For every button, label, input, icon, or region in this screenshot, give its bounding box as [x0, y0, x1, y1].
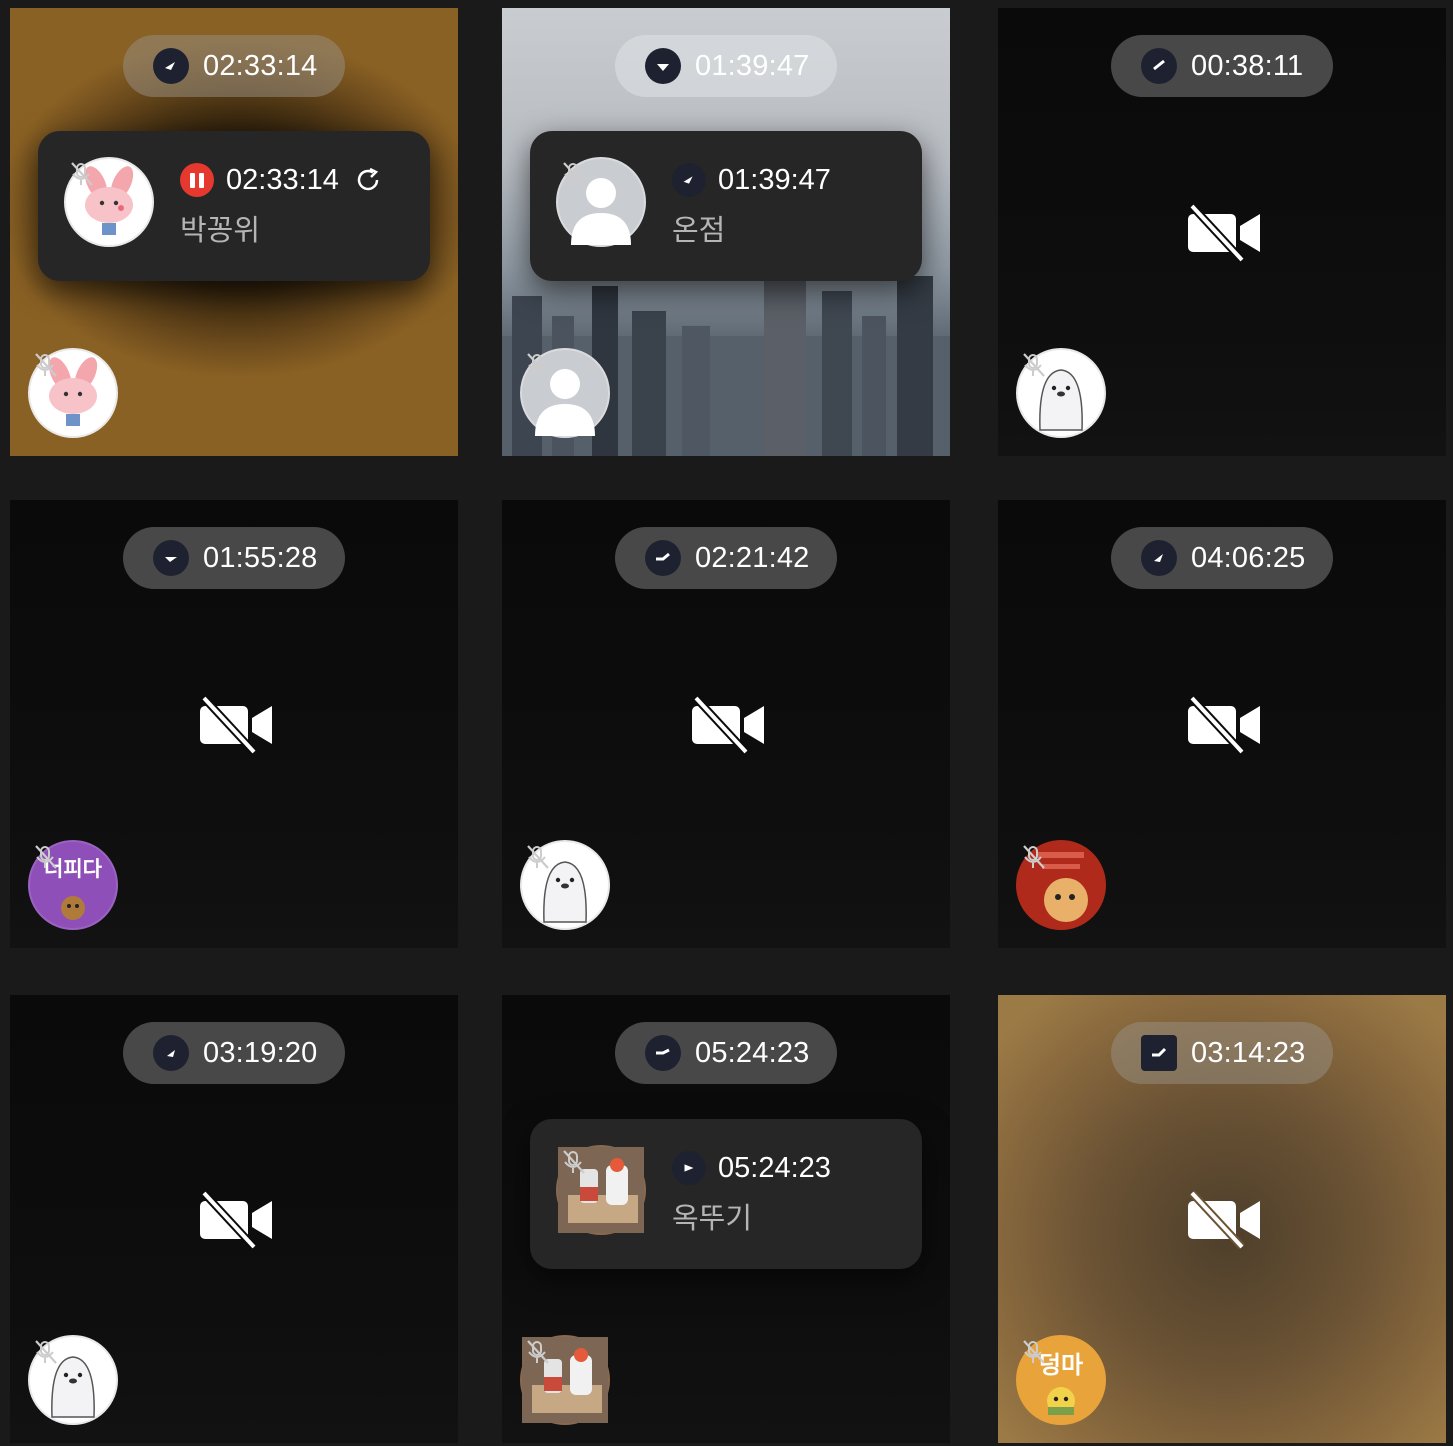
seal-avatar [520, 840, 610, 930]
mic-muted-icon [71, 162, 93, 186]
timer-pill: 01:39:47 [615, 35, 837, 97]
participant-tile-6[interactable]: 04:06:25 [998, 500, 1446, 948]
timer-pill: 03:19:20 [123, 1022, 345, 1084]
sticker-avatar: 덩마 [1016, 1335, 1106, 1425]
timer-text: 02:21:42 [695, 541, 810, 574]
sticker-avatar: 너피다 [28, 840, 118, 930]
mic-muted-icon [527, 353, 549, 377]
sticker-avatar [1016, 840, 1106, 930]
video-off-icon [200, 1191, 272, 1249]
mic-muted-icon [35, 353, 57, 377]
mic-muted-icon [1023, 353, 1045, 377]
timer-text: 01:39:47 [695, 49, 810, 82]
mic-muted-icon [35, 845, 57, 869]
participant-name: 박꽁위 [180, 215, 261, 247]
mic-muted-icon [1023, 845, 1045, 869]
stopwatch-icon [1141, 1035, 1177, 1071]
stopwatch-icon [645, 540, 681, 576]
mic-muted-icon [1023, 1340, 1045, 1364]
timer-text: 04:06:25 [1191, 541, 1306, 574]
participant-tile-3[interactable]: 00:38:11 [998, 8, 1446, 456]
timer-pill: 00:38:11 [1111, 35, 1333, 97]
timer-pill: 02:33:14 [123, 35, 345, 97]
stopwatch-icon [1141, 540, 1177, 576]
default-person-avatar [520, 348, 610, 438]
seal-avatar [1016, 348, 1106, 438]
participant-tile-4[interactable]: 01:55:28 너피다 [10, 500, 458, 948]
mic-muted-icon [527, 1340, 549, 1364]
stopwatch-icon [672, 163, 706, 197]
rabbit-avatar [64, 157, 154, 247]
video-off-icon [692, 696, 764, 754]
mic-muted-icon [563, 1150, 585, 1174]
timer-text: 02:33:14 [203, 49, 318, 82]
mic-muted-icon [527, 845, 549, 869]
participant-card[interactable]: 02:33:14 박꽁위 [38, 131, 430, 281]
timer-text: 00:38:11 [1191, 49, 1304, 82]
participant-card[interactable]: 05:24:23 옥뚜기 [530, 1119, 922, 1269]
video-off-icon [1188, 696, 1260, 754]
video-off-icon [200, 696, 272, 754]
timer-text: 03:14:23 [1191, 1036, 1306, 1069]
participant-tile-9[interactable]: 03:14:23 덩마 [998, 995, 1446, 1443]
pause-record-icon[interactable] [180, 163, 214, 197]
card-time-row: 01:39:47 [672, 163, 831, 197]
photo-avatar [520, 1335, 610, 1425]
timer-text: 05:24:23 [695, 1036, 810, 1069]
photo-avatar [556, 1145, 646, 1235]
timer-pill: 02:21:42 [615, 527, 837, 589]
video-off-icon [1188, 1191, 1260, 1249]
timer-pill: 03:14:23 [1111, 1022, 1333, 1084]
stopwatch-icon [153, 1035, 189, 1071]
participant-tile-7[interactable]: 03:19:20 [10, 995, 458, 1443]
participant-tile-2[interactable]: 01:39:47 01:39:47 온점 [502, 8, 950, 456]
participant-name: 온점 [672, 215, 726, 247]
participant-card[interactable]: 01:39:47 온점 [530, 131, 922, 281]
stopwatch-icon [645, 48, 681, 84]
stopwatch-icon [1141, 48, 1177, 84]
stopwatch-icon [672, 1151, 706, 1185]
timer-text: 03:19:20 [203, 1036, 318, 1069]
card-time-row: 02:33:14 [180, 163, 383, 197]
participant-tile-8[interactable]: 05:24:23 05:24:23 옥뚜기 [502, 995, 950, 1443]
refresh-icon[interactable] [353, 165, 383, 195]
card-time: 05:24:23 [718, 1151, 831, 1184]
rabbit-avatar [28, 348, 118, 438]
timer-pill: 04:06:25 [1111, 527, 1333, 589]
participant-name: 옥뚜기 [672, 1203, 753, 1235]
participant-tile-1[interactable]: 02:33:14 02:33:14 박꽁위 [10, 8, 458, 456]
card-time-row: 05:24:23 [672, 1151, 831, 1185]
default-person-avatar [556, 157, 646, 247]
video-off-icon [1188, 204, 1260, 262]
stopwatch-icon [645, 1035, 681, 1071]
mic-muted-icon [563, 162, 585, 186]
seal-avatar [28, 1335, 118, 1425]
timer-pill: 05:24:23 [615, 1022, 837, 1084]
timer-pill: 01:55:28 [123, 527, 345, 589]
card-time: 02:33:14 [226, 163, 339, 196]
mic-muted-icon [35, 1340, 57, 1364]
participant-tile-5[interactable]: 02:21:42 [502, 500, 950, 948]
stopwatch-icon [153, 48, 189, 84]
timer-text: 01:55:28 [203, 541, 318, 574]
card-time: 01:39:47 [718, 163, 831, 196]
stopwatch-icon [153, 540, 189, 576]
